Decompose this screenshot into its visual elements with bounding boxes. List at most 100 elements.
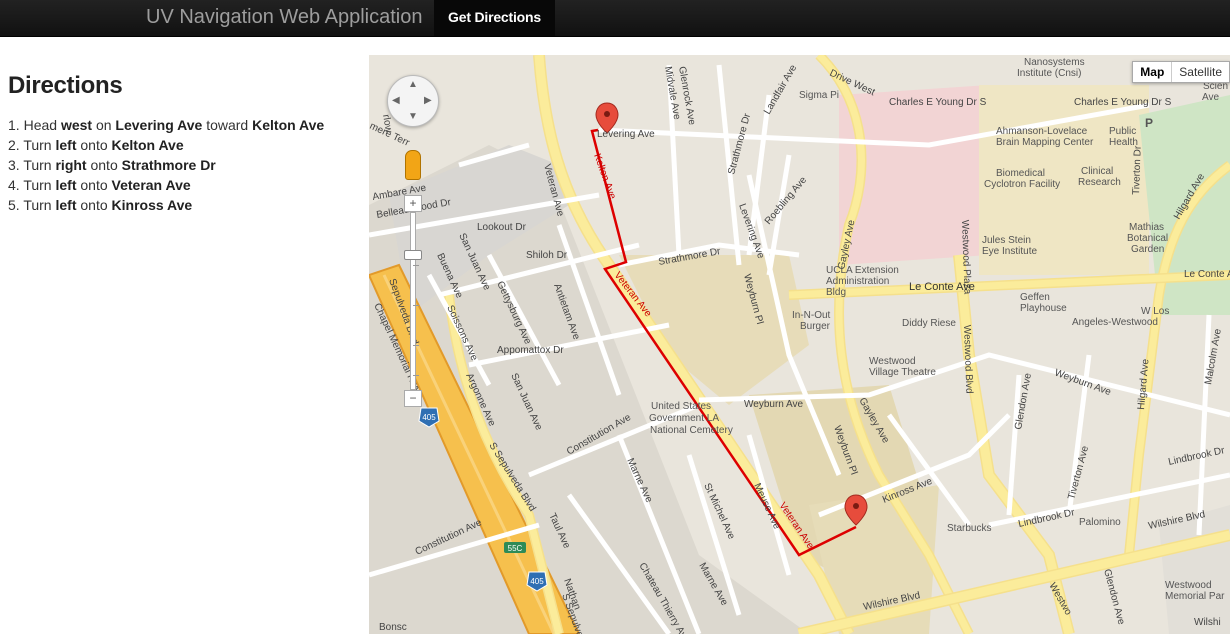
label-westwood-village: Westwood bbox=[869, 356, 916, 367]
pan-control[interactable]: ▲ ▼ ◀ ▶ bbox=[387, 75, 439, 127]
label-appomattox-dr: Appomattox Dr bbox=[497, 345, 564, 356]
map-type-map-button[interactable]: Map bbox=[1133, 62, 1173, 82]
label-le-conte-ave: Le Conte Ave bbox=[909, 281, 975, 293]
step-direction: right bbox=[55, 157, 87, 173]
pan-left-icon[interactable]: ◀ bbox=[392, 96, 400, 106]
label-westwood-village: Village Theatre bbox=[869, 367, 936, 378]
label-clinical-research: Clinical bbox=[1081, 166, 1113, 177]
pan-up-icon[interactable]: ▲ bbox=[408, 80, 418, 90]
step-text: Turn bbox=[23, 157, 56, 173]
step-number: 3. bbox=[8, 157, 20, 173]
shield-55c-icon: 55C bbox=[504, 542, 526, 553]
label-palomino: Palomino bbox=[1079, 517, 1121, 528]
label-w-los: W Los bbox=[1141, 306, 1169, 317]
label-biomedical: Biomedical bbox=[996, 168, 1045, 179]
step-text: toward bbox=[202, 117, 253, 133]
label-nanosystems: Institute (Cnsi) bbox=[1017, 68, 1081, 79]
zoom-tick bbox=[413, 375, 419, 376]
step-text: Head bbox=[23, 117, 61, 133]
zoom-tick bbox=[413, 265, 419, 266]
zoom-slider-track[interactable] bbox=[410, 212, 416, 390]
step-text: Turn bbox=[23, 177, 56, 193]
step-number: 2. bbox=[8, 137, 20, 153]
step-text: Turn bbox=[23, 197, 56, 213]
directions-list: 1. Head west on Levering Ave toward Kelt… bbox=[8, 115, 358, 215]
pan-down-icon[interactable]: ▼ bbox=[408, 112, 418, 122]
zoom-tick bbox=[413, 345, 419, 346]
label-levering-ave: Levering Ave bbox=[597, 129, 655, 140]
step-street: Veteran Ave bbox=[111, 177, 191, 193]
label-sigma-pi: Sigma Pi bbox=[799, 90, 839, 101]
step-direction: left bbox=[55, 197, 77, 213]
label-geffen: Geffen bbox=[1020, 292, 1050, 303]
step-direction: west bbox=[60, 117, 93, 133]
label-public-health: Health bbox=[1109, 137, 1138, 148]
label-geffen: Playhouse bbox=[1020, 303, 1067, 314]
step-street: Kinross Ave bbox=[111, 197, 193, 213]
step-street: Kelton Ave bbox=[111, 137, 184, 153]
app-brand[interactable]: UV Navigation Web Application bbox=[146, 0, 422, 36]
step-text: on bbox=[92, 117, 116, 133]
step-number: 5. bbox=[8, 197, 20, 213]
label-diddy-riese: Diddy Riese bbox=[902, 318, 956, 329]
label-mathias-garden: Mathias bbox=[1129, 222, 1164, 233]
step-text: Turn bbox=[23, 137, 56, 153]
zoom-out-button[interactable]: − bbox=[404, 390, 422, 407]
pan-right-icon[interactable]: ▶ bbox=[424, 96, 432, 106]
label-westwood-memorial: Memorial Par bbox=[1165, 591, 1225, 602]
label-bonsc: Bonsc bbox=[379, 622, 407, 633]
directions-panel: Directions 1. Head west on Levering Ave … bbox=[8, 72, 358, 215]
map-type-satellite-button[interactable]: Satellite bbox=[1172, 62, 1229, 82]
map-canvas[interactable]: 405 405 55C Veteran Ave Veteran Ave Vete… bbox=[369, 55, 1230, 634]
direction-step: 3. Turn right onto Strathmore Dr bbox=[8, 155, 358, 175]
map-tiles[interactable]: 405 405 55C Veteran Ave Veteran Ave Vete… bbox=[369, 55, 1230, 634]
step-direction: left bbox=[55, 137, 77, 153]
label-tiverton-dr: Tiverton Dr bbox=[1131, 145, 1144, 195]
direction-step: 2. Turn left onto Kelton Ave bbox=[8, 135, 358, 155]
step-number: 4. bbox=[8, 177, 20, 193]
shield-405-label: 405 bbox=[530, 577, 544, 586]
label-in-n-out: Burger bbox=[800, 321, 831, 332]
zoom-in-button[interactable]: + bbox=[404, 195, 422, 212]
label-mathias-garden: Garden bbox=[1131, 244, 1164, 255]
label-lookout-dr: Lookout Dr bbox=[477, 222, 527, 233]
zoom-tick bbox=[413, 305, 419, 306]
label-westwood-memorial: Westwood bbox=[1165, 580, 1212, 591]
step-text: onto bbox=[76, 177, 112, 193]
label-ucla-extension: Bldg bbox=[826, 287, 846, 298]
label-shiloh-dr: Shiloh Dr bbox=[526, 250, 568, 261]
label-starbucks: Starbucks bbox=[947, 523, 991, 534]
label-nanosystems: Nanosystems bbox=[1024, 57, 1085, 68]
street-view-pegman-icon[interactable] bbox=[405, 150, 421, 180]
step-text: onto bbox=[76, 197, 112, 213]
directions-heading: Directions bbox=[8, 72, 123, 99]
parking-icon: P bbox=[1145, 116, 1153, 130]
label-public-health: Public bbox=[1109, 126, 1136, 137]
zoom-slider-thumb[interactable] bbox=[404, 250, 422, 260]
label-clinical-research: Research bbox=[1078, 177, 1121, 188]
step-street: Levering Ave bbox=[115, 117, 203, 133]
label-ahmanson: Brain Mapping Center bbox=[996, 137, 1094, 148]
label-ahmanson: Ahmanson-Lovelace bbox=[996, 126, 1088, 137]
step-street: Kelton Ave bbox=[252, 117, 325, 133]
direction-step: 5. Turn left onto Kinross Ave bbox=[8, 195, 358, 215]
label-jules-stein: Jules Stein bbox=[982, 235, 1031, 246]
label-street-fragment: Wilshi bbox=[1194, 617, 1221, 628]
direction-step: 1. Head west on Levering Ave toward Kelt… bbox=[8, 115, 358, 135]
label-cemetery: Government LA bbox=[649, 413, 719, 424]
label-cemetery: National Cemetery bbox=[650, 425, 733, 436]
step-text: onto bbox=[76, 137, 112, 153]
label-biomedical: Cyclotron Facility bbox=[984, 179, 1060, 190]
label-angeles-westwood: Angeles-Westwood bbox=[1072, 317, 1158, 328]
nav-tab-get-directions[interactable]: Get Directions bbox=[434, 0, 555, 36]
label-charles-young: Charles E Young Dr S bbox=[889, 97, 987, 108]
label-mathias-garden: Botanical bbox=[1127, 233, 1168, 244]
top-navbar: UV Navigation Web Application Get Direct… bbox=[0, 0, 1230, 37]
shield-55c-label: 55C bbox=[508, 544, 523, 553]
map-type-control: Map Satellite bbox=[1132, 61, 1230, 83]
label-in-n-out: In-N-Out bbox=[792, 310, 831, 321]
label-jules-stein: Eye Institute bbox=[982, 246, 1037, 257]
step-street: Strathmore Dr bbox=[121, 157, 216, 173]
step-number: 1. bbox=[8, 117, 20, 133]
direction-step: 4. Turn left onto Veteran Ave bbox=[8, 175, 358, 195]
